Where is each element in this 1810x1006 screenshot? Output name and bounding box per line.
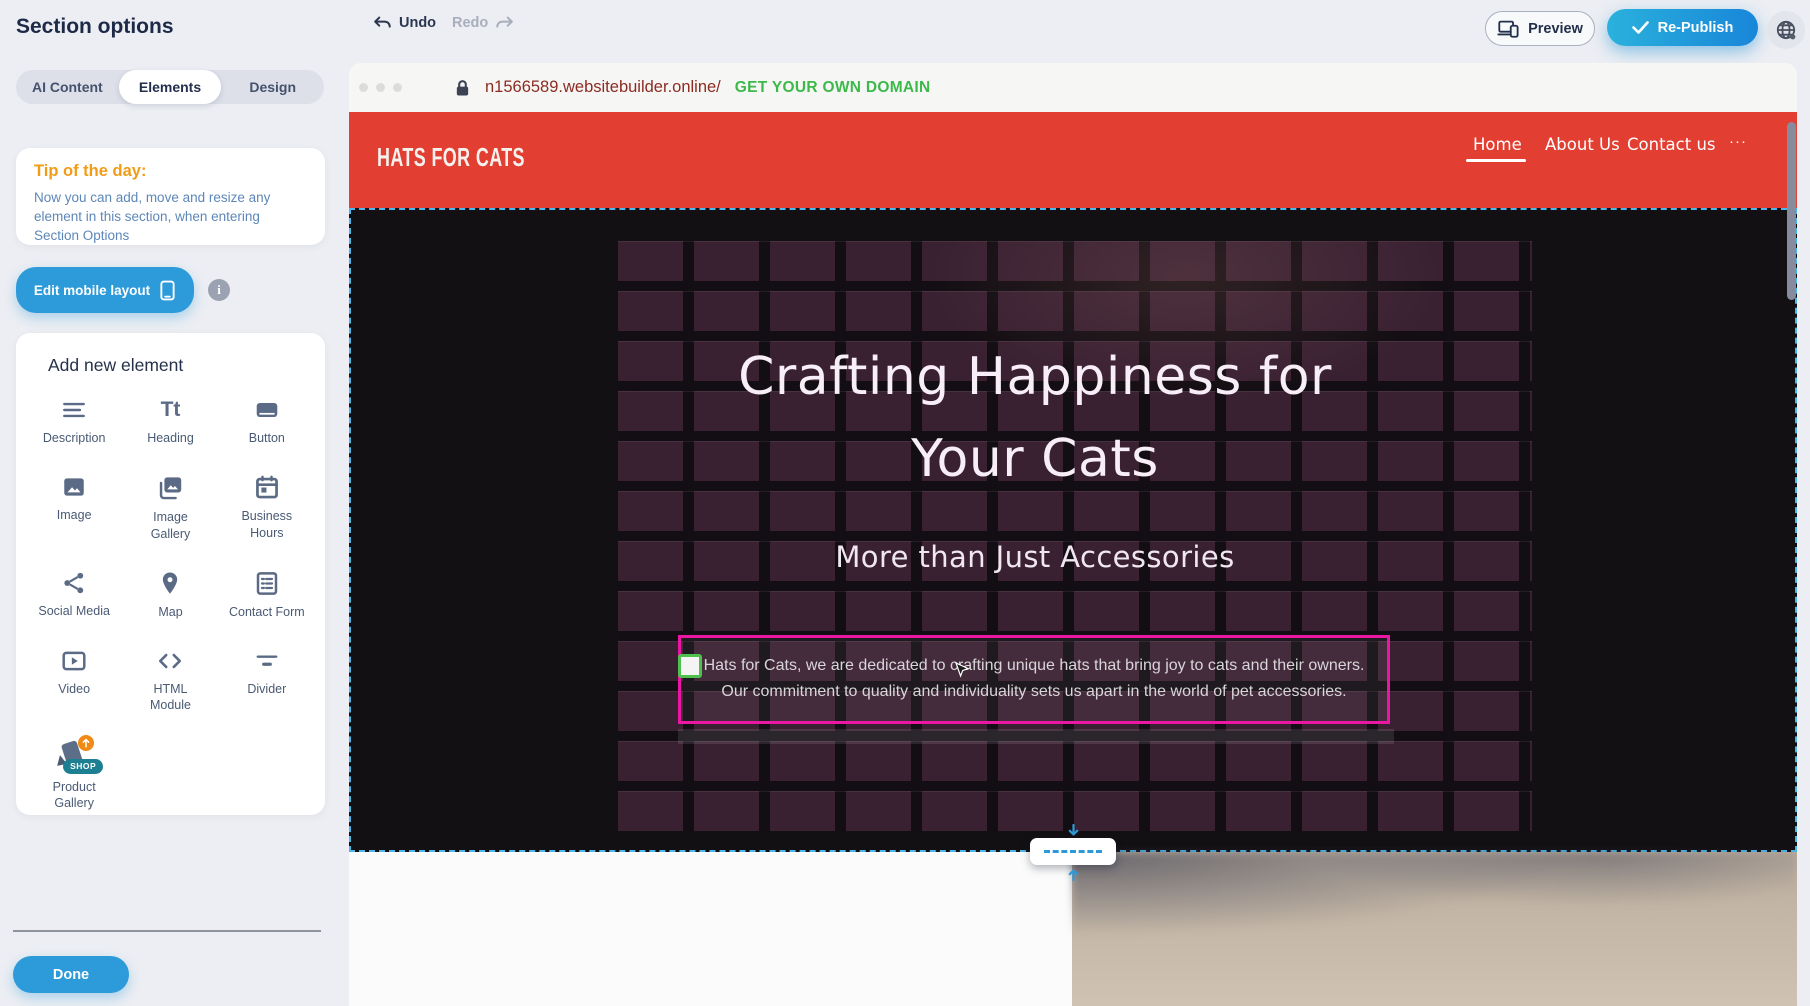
- redo-label: Redo: [452, 15, 488, 31]
- mouse-cursor: [955, 662, 970, 679]
- next-section-blank[interactable]: [349, 852, 1072, 1006]
- image-icon: [60, 474, 88, 500]
- sidebar-divider: [13, 930, 321, 932]
- element-item-product-gallery[interactable]: SHOP Product Gallery: [26, 738, 122, 812]
- undo-icon: [372, 14, 392, 32]
- done-label: Done: [53, 967, 89, 983]
- redo-button[interactable]: Redo: [452, 14, 515, 32]
- tip-of-the-day-card: Tip of the day: Now you can add, move an…: [16, 148, 325, 245]
- map-pin-icon: [157, 570, 183, 597]
- element-grid: Description Tt Heading Button Image Imag…: [26, 393, 315, 811]
- element-item-image[interactable]: Image: [26, 470, 122, 542]
- contact-form-icon: [253, 570, 281, 597]
- image-gallery-icon: [155, 474, 185, 502]
- section-resize-handle[interactable]: [1030, 824, 1116, 880]
- arrow-down-icon: [1067, 824, 1080, 837]
- site-logo[interactable]: HATS FOR CATS: [377, 142, 525, 172]
- undo-button[interactable]: Undo: [372, 14, 436, 32]
- tip-title: Tip of the day:: [34, 162, 307, 181]
- description-icon: [60, 397, 88, 423]
- arrow-up-icon: [1067, 868, 1080, 881]
- button-icon: [253, 397, 281, 423]
- tab-ai-content[interactable]: AI Content: [16, 70, 119, 104]
- get-own-domain-link[interactable]: GET YOUR OWN DOMAIN: [735, 79, 931, 97]
- browser-chrome-bar: n1566589.websitebuilder.online/ GET YOUR…: [349, 63, 1797, 112]
- element-item-heading[interactable]: Tt Heading: [122, 393, 218, 446]
- devices-icon: [1497, 19, 1519, 38]
- add-element-heading: Add new element: [48, 355, 183, 376]
- canvas-scrollbar-thumb[interactable]: [1787, 122, 1796, 300]
- nav-item-home[interactable]: Home: [1473, 135, 1522, 154]
- element-item-business-hours[interactable]: Business Hours: [219, 470, 315, 542]
- element-item-video[interactable]: Video: [26, 644, 122, 714]
- window-dots: [359, 83, 402, 92]
- element-ghost-band: [678, 729, 1394, 744]
- divider-icon: [253, 648, 281, 674]
- language-button[interactable]: [1767, 11, 1805, 49]
- element-item-map[interactable]: Map: [122, 566, 218, 620]
- tip-body: Now you can add, move and resize any ele…: [34, 189, 307, 246]
- hero-paragraph: Hats for Cats, we are dedicated to craft…: [681, 638, 1387, 705]
- check-icon: [1632, 21, 1649, 34]
- element-drag-handle[interactable]: [678, 654, 702, 678]
- element-item-contact-form[interactable]: Contact Form: [219, 566, 315, 620]
- selected-paragraph-element[interactable]: Hats for Cats, we are dedicated to craft…: [678, 635, 1390, 724]
- globe-icon: [1775, 19, 1798, 42]
- hero-section-selected[interactable]: Crafting Happiness for Your Cats More th…: [349, 208, 1797, 852]
- resize-dash-line: [1044, 850, 1102, 853]
- done-button[interactable]: Done: [13, 956, 129, 993]
- product-gallery-icon: SHOP: [56, 742, 92, 772]
- shop-badge: SHOP: [63, 759, 103, 774]
- nav-item-about[interactable]: About Us: [1545, 135, 1620, 154]
- page-title: Section options: [16, 15, 174, 39]
- undo-label: Undo: [399, 15, 436, 31]
- element-item-divider[interactable]: Divider: [219, 644, 315, 714]
- heading-icon: Tt: [161, 397, 181, 423]
- site-preview-canvas: HATS FOR CATS Home About Us Contact us ·…: [349, 112, 1797, 1006]
- tab-elements[interactable]: Elements: [119, 70, 222, 104]
- site-url: n1566589.websitebuilder.online/: [485, 78, 721, 97]
- next-section-floor-image[interactable]: [1072, 852, 1797, 1006]
- site-header: HATS FOR CATS Home About Us Contact us ·…: [349, 112, 1797, 208]
- element-item-html-module[interactable]: HTML Module: [122, 644, 218, 714]
- republish-button[interactable]: Re-Publish: [1607, 9, 1758, 46]
- video-icon: [59, 648, 89, 674]
- sidebar-tab-bar: AI Content Elements Design: [16, 70, 324, 104]
- add-element-panel: Add new element Description Tt Heading B…: [16, 333, 325, 815]
- element-item-image-gallery[interactable]: Image Gallery: [122, 470, 218, 542]
- nav-item-contact[interactable]: Contact us: [1627, 135, 1716, 154]
- social-media-icon: [60, 570, 88, 596]
- edit-mobile-layout-label: Edit mobile layout: [34, 283, 150, 298]
- edit-mobile-layout-button[interactable]: Edit mobile layout: [16, 267, 194, 313]
- html-module-icon: [155, 648, 185, 674]
- republish-label: Re-Publish: [1658, 20, 1734, 36]
- redo-icon: [495, 14, 515, 32]
- preview-label: Preview: [1528, 21, 1583, 37]
- upgrade-arrow-badge: [78, 735, 94, 751]
- nav-more-button[interactable]: ···: [1729, 133, 1747, 150]
- info-icon[interactable]: i: [208, 279, 230, 301]
- tab-design[interactable]: Design: [221, 70, 324, 104]
- lock-icon: [454, 78, 471, 98]
- phone-icon: [159, 280, 176, 301]
- element-item-social-media[interactable]: Social Media: [26, 566, 122, 620]
- preview-button[interactable]: Preview: [1485, 11, 1595, 46]
- nav-active-underline: [1466, 159, 1526, 162]
- element-item-button[interactable]: Button: [219, 393, 315, 446]
- element-item-description[interactable]: Description: [26, 393, 122, 446]
- hero-heading[interactable]: Crafting Happiness for Your Cats: [351, 336, 1719, 500]
- business-hours-icon: [253, 474, 281, 501]
- hero-subheading[interactable]: More than Just Accessories: [351, 540, 1719, 574]
